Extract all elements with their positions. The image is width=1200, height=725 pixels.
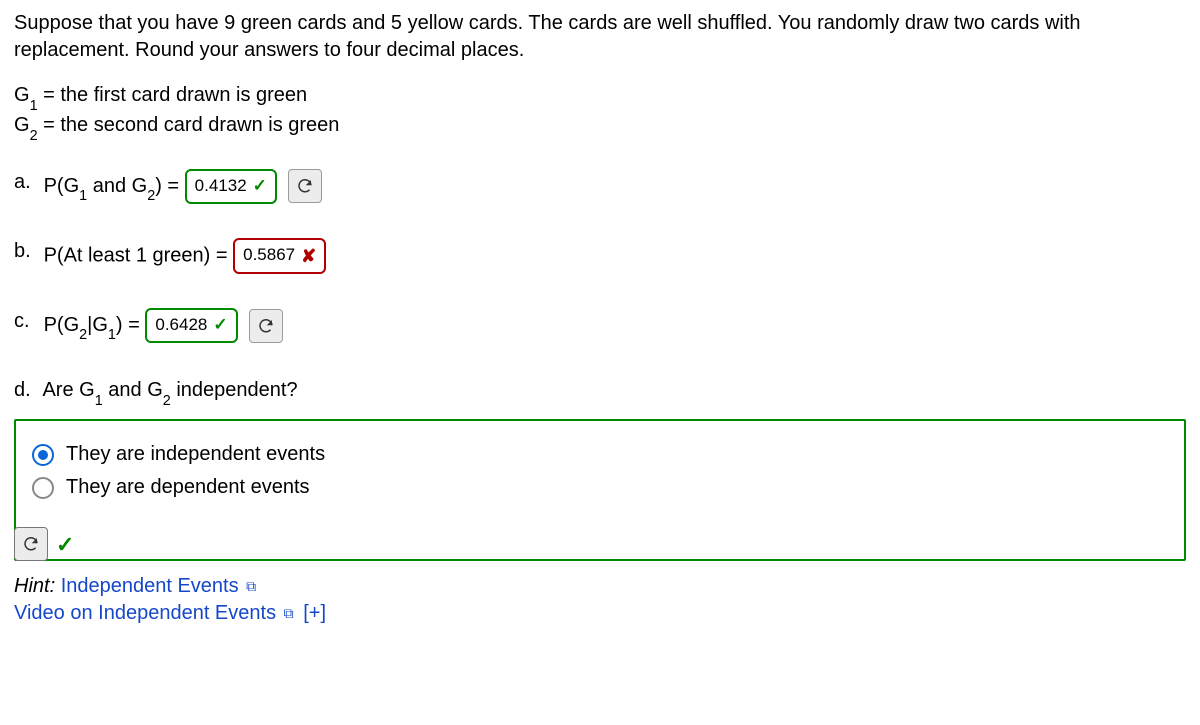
question-d-label: d. — [14, 377, 38, 404]
retry-icon — [296, 177, 314, 195]
hint-label: Hint: — [14, 575, 55, 597]
radio-icon — [32, 477, 54, 499]
retry-a-button[interactable] — [288, 169, 322, 203]
check-icon: ✓ — [213, 314, 227, 337]
radio-option-independent[interactable]: They are independent events — [32, 441, 1168, 468]
check-icon: ✓ — [56, 530, 74, 560]
external-link-icon: ⧉ — [246, 578, 256, 594]
question-c-label: c. — [14, 308, 38, 335]
question-d: d. Are G1 and G2 independent? They are i… — [14, 377, 1186, 561]
hint-section: Hint: Independent Events ⧉ Video on Inde… — [14, 573, 1186, 627]
retry-icon — [257, 317, 275, 335]
answer-b-value: 0.5867 — [243, 244, 295, 267]
answer-a-input[interactable]: 0.4132 ✓ — [185, 169, 277, 204]
radio-icon — [32, 444, 54, 466]
question-b-text: P(At least 1 green) = — [44, 244, 228, 266]
problem-statement: Suppose that you have 9 green cards and … — [14, 10, 1186, 64]
check-icon: ✓ — [253, 175, 267, 198]
def-g1: G1 = the first card drawn is green — [14, 82, 1186, 112]
retry-d-button[interactable] — [14, 527, 48, 561]
hint-link-video[interactable]: Video on Independent Events ⧉ — [14, 602, 294, 624]
answer-c-value: 0.6428 — [155, 314, 207, 337]
question-d-text: Are G1 and G2 independent? — [42, 379, 297, 401]
question-b: b. P(At least 1 green) = 0.5867 ✘ — [14, 238, 1186, 274]
answer-c-input[interactable]: 0.6428 ✓ — [145, 308, 237, 343]
question-c: c. P(G2|G1) = 0.6428 ✓ — [14, 308, 1186, 343]
external-link-icon: ⧉ — [284, 605, 294, 621]
radio-label-dependent: They are dependent events — [66, 474, 310, 501]
hint-link-independent-events[interactable]: Independent Events ⧉ — [61, 575, 256, 597]
retry-c-button[interactable] — [249, 309, 283, 343]
radio-option-dependent[interactable]: They are dependent events — [32, 474, 1168, 501]
radio-label-independent: They are independent events — [66, 441, 325, 468]
question-a: a. P(G1 and G2) = 0.4132 ✓ — [14, 169, 1186, 204]
question-c-text: P(G2|G1) = — [44, 314, 146, 336]
answer-a-value: 0.4132 — [195, 175, 247, 198]
def-g2: G2 = the second card drawn is green — [14, 112, 1186, 142]
definitions: G1 = the first card drawn is green G2 = … — [14, 82, 1186, 143]
radio-group-d: They are independent events They are dep… — [14, 419, 1186, 561]
question-b-label: b. — [14, 238, 38, 265]
question-a-text: P(G1 and G2) = — [44, 175, 185, 197]
expand-hint-button[interactable]: [+] — [303, 602, 326, 624]
retry-icon — [22, 535, 40, 553]
question-a-label: a. — [14, 169, 38, 196]
answer-b-input[interactable]: 0.5867 ✘ — [233, 238, 326, 274]
cross-icon: ✘ — [301, 244, 316, 268]
